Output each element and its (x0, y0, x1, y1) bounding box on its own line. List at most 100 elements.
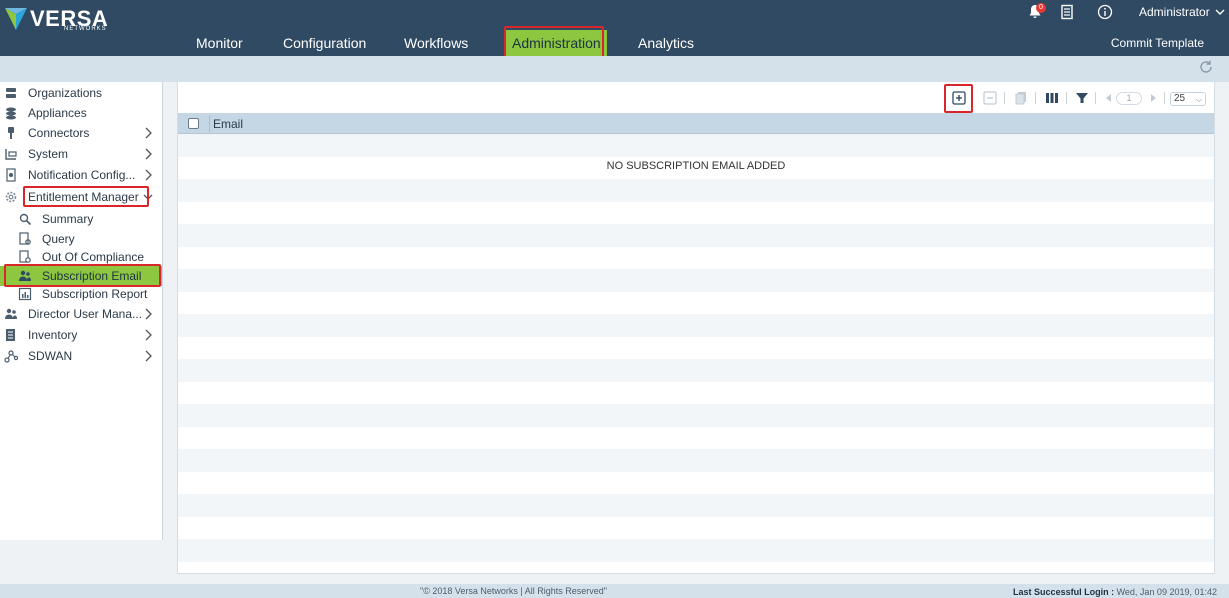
nav-monitor[interactable]: Monitor (196, 30, 243, 56)
remove-icon (983, 91, 997, 105)
sidebar-item-query[interactable]: Query (0, 229, 162, 249)
report-icon (18, 287, 32, 301)
sub-bar (0, 56, 1229, 82)
table-row (178, 247, 1214, 270)
system-icon (5, 149, 17, 160)
sidebar-item-summary[interactable]: Summary (0, 209, 162, 229)
table-row (178, 494, 1214, 517)
chevron-down-icon (1215, 9, 1225, 15)
table-row (178, 472, 1214, 495)
sidebar-item-inventory[interactable]: Inventory (0, 325, 162, 345)
sidebar-item-subscription-email[interactable]: Subscription Email (0, 266, 162, 286)
add-button[interactable] (951, 90, 967, 106)
chevron-right-icon (145, 350, 152, 362)
sidebar-item-label: Subscription Report (42, 287, 148, 301)
select-all-checkbox[interactable] (188, 118, 199, 129)
sidebar-item-label: System (28, 147, 69, 161)
table-body (178, 134, 1214, 564)
footer: "© 2018 Versa Networks | All Rights Rese… (0, 584, 1229, 598)
last-login: Last Successful Login : Wed, Jan 09 2019… (1013, 587, 1217, 597)
sidebar-item-entitlement-manager[interactable]: Entitlement Manager (0, 187, 162, 207)
sidebar-item-label: Entitlement Manager (28, 190, 139, 204)
sidebar-footer-area (0, 540, 163, 584)
sdwan-icon (4, 350, 18, 363)
add-icon (952, 91, 966, 105)
notifications-button[interactable]: 0 (1027, 3, 1046, 22)
sidebar-item-label: Inventory (28, 328, 78, 342)
page-size-select[interactable]: 25 ⌵ (1170, 92, 1206, 106)
query-icon (19, 232, 31, 245)
table-row (178, 134, 1214, 157)
table-row (178, 179, 1214, 202)
table-row (178, 427, 1214, 450)
top-bar: VERSA NETWORKS Monitor Configuration Wor… (0, 0, 1229, 59)
page-number-input[interactable]: 1 (1116, 92, 1142, 105)
sidebar-item-sdwan[interactable]: SDWAN (0, 346, 162, 366)
clone-icon (1015, 92, 1026, 105)
brand-sub: NETWORKS (64, 26, 107, 32)
sidebar-item-out-of-compliance[interactable]: Out Of Compliance (0, 247, 162, 267)
chevron-right-icon (145, 308, 152, 320)
sidebar-item-subscription-report[interactable]: Subscription Report (0, 284, 162, 304)
users-icon (19, 270, 31, 281)
remove-button[interactable] (982, 90, 998, 106)
table-row (178, 539, 1214, 562)
sidebar-item-label: Query (42, 232, 75, 246)
column-header-email[interactable]: Email (213, 117, 243, 131)
refresh-button[interactable] (1198, 59, 1214, 75)
next-page-button[interactable] (1145, 90, 1161, 106)
sidebar-item-notification-config[interactable]: Notification Config... (0, 165, 162, 185)
list-icon (1061, 4, 1073, 20)
nav-analytics[interactable]: Analytics (638, 30, 694, 56)
table-row (178, 292, 1214, 315)
empty-table-message: NO SUBSCRIPTION EMAIL ADDED (606, 160, 786, 172)
toolbar-separator (1095, 92, 1096, 104)
sidebar: Organizations Appliances Connectors Syst… (0, 82, 163, 540)
table-row (178, 382, 1214, 405)
chevron-down-icon (143, 194, 153, 200)
sidebar-item-label: Subscription Email (42, 269, 142, 283)
versa-logo-icon (5, 8, 27, 30)
sidebar-item-director-user-management[interactable]: Director User Mana... (0, 304, 162, 324)
table-header: Email (178, 113, 1214, 134)
nav-workflows[interactable]: Workflows (404, 30, 468, 56)
table-row (178, 517, 1214, 540)
chevron-right-icon (145, 127, 152, 139)
user-menu[interactable]: Administrator (1139, 5, 1225, 19)
commit-template-link[interactable]: Commit Template (1111, 36, 1204, 50)
chevron-right-icon (145, 169, 152, 181)
filter-icon (1076, 93, 1088, 103)
tasks-button[interactable] (1059, 4, 1077, 22)
toolbar-separator (1004, 92, 1005, 104)
columns-icon (1046, 93, 1058, 103)
nav-administration[interactable]: Administration (506, 30, 607, 56)
sidebar-item-label: Summary (42, 212, 94, 226)
gear-icon (5, 191, 17, 203)
table-row (178, 359, 1214, 382)
grid-toolbar: 1 25 ⌵ (0, 86, 1229, 112)
inventory-icon (6, 329, 15, 341)
clone-button[interactable] (1013, 90, 1029, 106)
sidebar-item-connectors[interactable]: Connectors (0, 123, 162, 143)
toolbar-separator (1066, 92, 1067, 104)
info-button[interactable] (1097, 4, 1115, 22)
director-users-icon (5, 308, 17, 319)
versa-logo: VERSA NETWORKS (4, 4, 114, 34)
previous-page-button[interactable] (1101, 90, 1117, 106)
filter-button[interactable] (1074, 90, 1090, 106)
sidebar-item-label: Connectors (28, 126, 90, 140)
sidebar-item-system[interactable]: System (0, 144, 162, 164)
table-row (178, 224, 1214, 247)
chevron-right-icon (1151, 94, 1156, 102)
columns-button[interactable] (1044, 90, 1060, 106)
toolbar-separator (1164, 92, 1165, 104)
user-name: Administrator (1139, 5, 1210, 19)
copyright-text: "© 2018 Versa Networks | All Rights Rese… (420, 586, 607, 596)
chevron-down-icon: ⌵ (1195, 95, 1202, 104)
chevron-right-icon (145, 329, 152, 341)
sidebar-item-label: Out Of Compliance (42, 250, 145, 264)
compliance-icon (19, 250, 31, 263)
nav-configuration[interactable]: Configuration (283, 30, 366, 56)
summary-icon (19, 213, 32, 226)
table-row (178, 404, 1214, 427)
